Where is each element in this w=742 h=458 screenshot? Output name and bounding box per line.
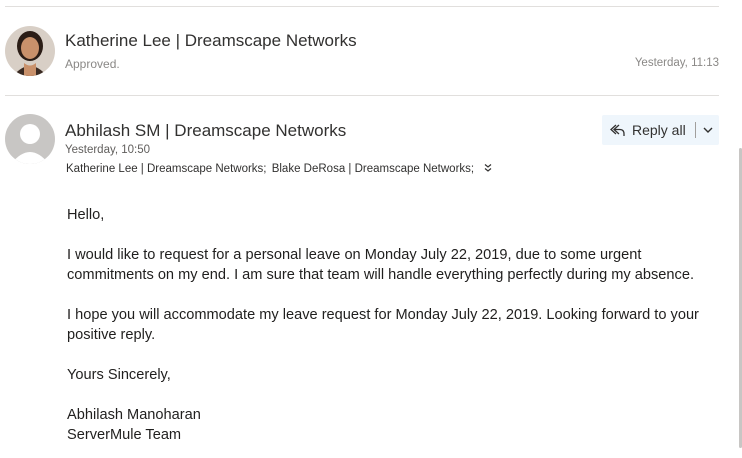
signature-team: ServerMule Team (67, 427, 182, 443)
email-body: Hello, I would like to request for a per… (67, 205, 717, 445)
message-divider (5, 95, 719, 96)
message-collapsed[interactable]: Katherine Lee | Dreamscape Networks Appr… (0, 8, 742, 94)
signature-name: Abhilash Manoharan (67, 407, 201, 423)
chevron-down-icon[interactable] (702, 124, 714, 136)
message-timestamp: Yesterday, 11:13 (634, 57, 719, 69)
email-closing: Yours Sincerely, (67, 367, 171, 383)
sender-name: Abhilash SM | Dreamscape Networks (65, 121, 347, 140)
avatar (5, 114, 55, 164)
separator (694, 122, 696, 138)
avatar (5, 26, 55, 76)
reply-all-label: Reply all (632, 122, 686, 138)
person-placeholder-icon (5, 114, 55, 164)
thread-top-divider (5, 6, 719, 7)
email-paragraph: I hope you will accommodate my leave req… (67, 307, 699, 343)
message-preview: Approved. (65, 57, 120, 71)
recipient[interactable]: Blake DeRosa | Dreamscape Networks; (272, 163, 474, 175)
email-paragraph: I would like to request for a personal l… (67, 247, 695, 283)
reply-all-button[interactable]: Reply all (602, 115, 719, 145)
sender-name: Katherine Lee | Dreamscape Networks (65, 31, 357, 50)
reply-all-icon (610, 122, 626, 138)
email-greeting: Hello, (67, 207, 105, 223)
double-chevron-down-icon[interactable] (483, 163, 493, 176)
message-timestamp: Yesterday, 10:50 (65, 144, 151, 156)
recipient[interactable]: Katherine Lee | Dreamscape Networks; (66, 163, 267, 175)
recipients-line: Katherine Lee | Dreamscape Networks; Bla… (66, 163, 493, 176)
